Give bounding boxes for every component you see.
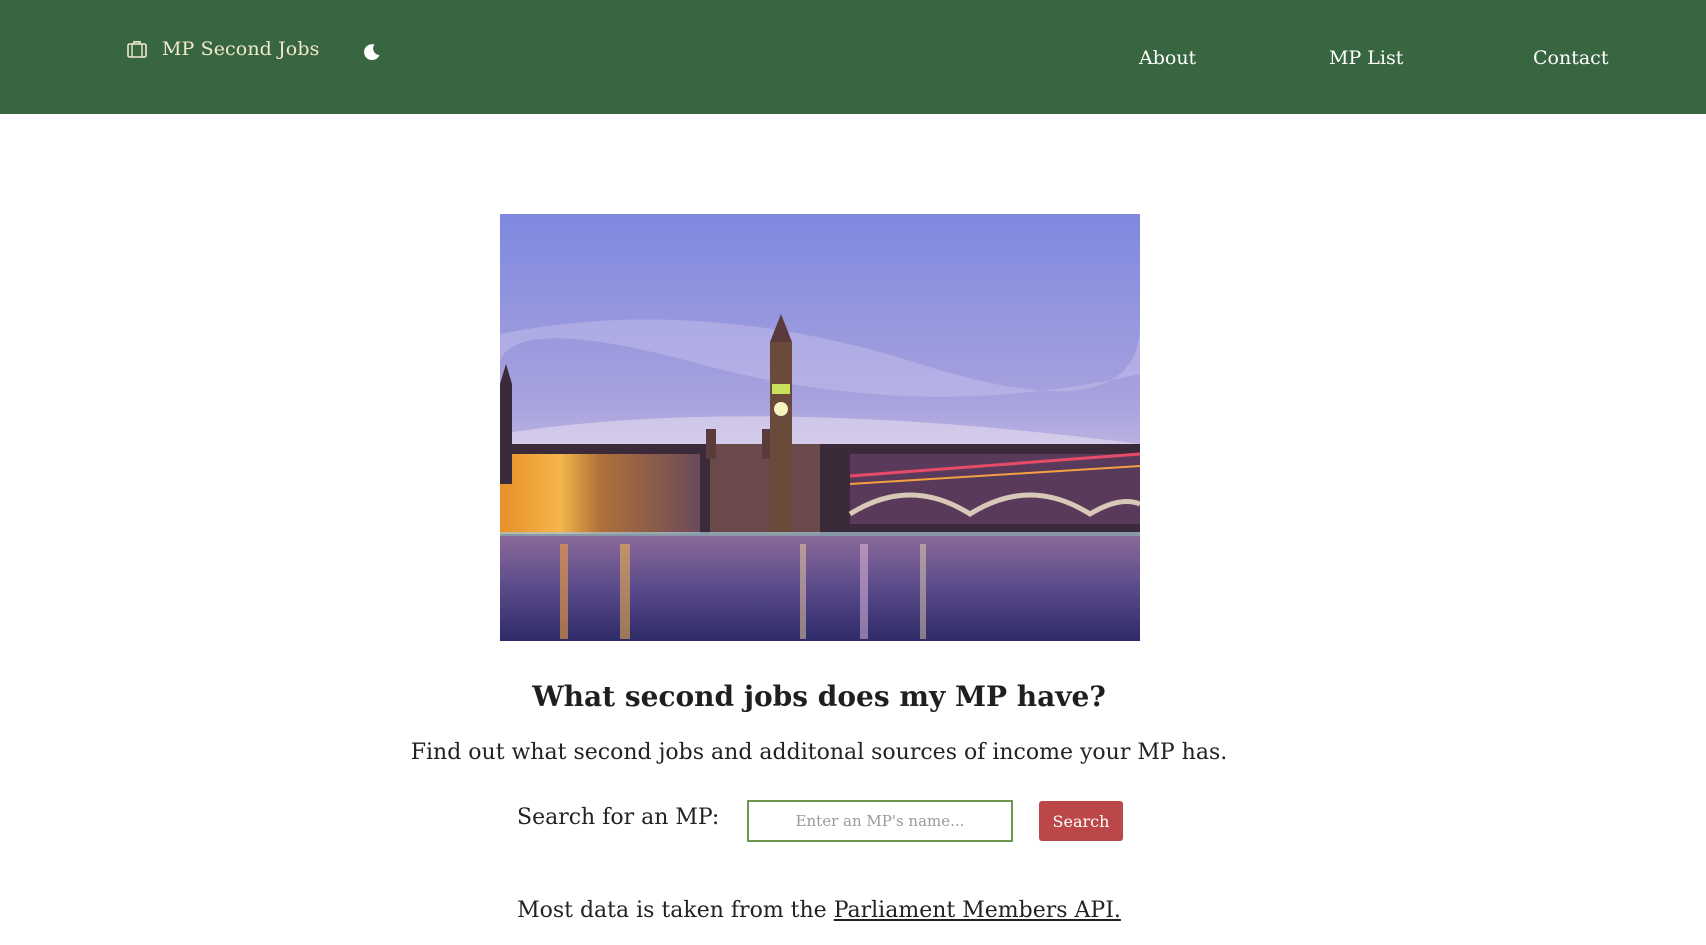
- brand-label: MP Second Jobs: [162, 38, 320, 60]
- search-button[interactable]: Search: [1039, 801, 1123, 841]
- nav-about-link[interactable]: About: [1139, 47, 1196, 69]
- top-navbar: MP Second Jobs About MP List Contact: [0, 0, 1706, 114]
- search-label: Search for an MP:: [517, 805, 720, 830]
- page-title: What second jobs does my MP have?: [532, 680, 1106, 713]
- data-source-note: Most data is taken from the Parliament M…: [0, 898, 1638, 923]
- data-source-prefix: Most data is taken from the: [517, 898, 834, 923]
- page-subtitle: Find out what second jobs and additonal …: [410, 740, 1228, 765]
- mp-search-input[interactable]: [747, 800, 1013, 842]
- parliament-photo: [500, 214, 1140, 641]
- hero-image: [500, 214, 1140, 641]
- parliament-api-link[interactable]: Parliament Members API.: [834, 898, 1121, 923]
- nav-contact-link[interactable]: Contact: [1533, 47, 1608, 69]
- briefcase-icon: [127, 40, 147, 58]
- brand-link[interactable]: MP Second Jobs: [127, 38, 319, 60]
- nav-mp-list-link[interactable]: MP List: [1329, 47, 1403, 69]
- moon-icon[interactable]: [362, 42, 382, 62]
